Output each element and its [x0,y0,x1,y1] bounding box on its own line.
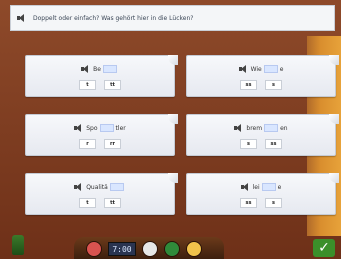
speaker-icon[interactable] [238,65,249,73]
option-button[interactable]: s [265,80,282,90]
word-prefix: lei [252,183,260,191]
home-icon[interactable] [86,241,102,257]
option-row: ss s [187,80,335,90]
speaker-icon[interactable] [74,124,84,132]
option-button[interactable]: t [79,80,96,90]
word-line: Be [26,64,174,74]
option-button[interactable]: rr [104,139,121,149]
bottom-toolbar: 7:00 ✓ [0,233,341,259]
exercise-panel-4: brem en s ss [186,114,339,156]
word-suffix: en [280,124,288,132]
check-icon[interactable]: ✓ [313,239,335,257]
option-button[interactable]: tt [104,80,121,90]
speaker-icon[interactable] [240,183,251,191]
word-prefix: Be [93,65,101,73]
word-line: Qualitä [26,182,174,192]
word-line: lei e [187,182,335,192]
word-prefix: brem [246,124,263,132]
word-suffix: tler [115,124,126,132]
option-button[interactable]: t [79,198,96,208]
option-row: t tt [26,80,174,90]
word-prefix: Qualitä [86,183,108,191]
word-suffix: e [279,65,284,73]
word-prefix: Wie [250,65,262,73]
word-gap [263,65,278,73]
exercise-panel-5: Qualitä t tt [25,173,178,215]
gauge-icon[interactable] [142,241,158,257]
word-line: Spo tler [26,123,174,133]
bottle-icon[interactable] [12,235,24,255]
exercise-panel-6: lei e ss s [186,173,339,215]
option-button[interactable]: ss [240,80,257,90]
option-button[interactable]: tt [104,198,121,208]
word-gap [99,124,114,132]
word-gap [109,183,124,191]
option-row: r rr [26,139,174,149]
exercise-panel-3: Spo tler r rr [25,114,178,156]
speaker-icon[interactable] [234,124,244,132]
option-button[interactable]: ss [265,139,282,149]
word-gap [261,183,276,191]
option-button[interactable]: ss [240,198,257,208]
word-prefix: Spo [86,124,98,132]
word-gap [102,65,117,73]
option-row: s ss [187,139,335,149]
word-suffix: e [277,183,282,191]
option-button[interactable]: s [265,198,282,208]
option-button[interactable]: s [240,139,257,149]
instruction-bar: Doppelt oder einfach? Was gehört hier in… [10,5,335,31]
book-icon[interactable] [186,241,202,257]
word-gap [264,124,279,132]
clock-display: 7:00 [108,242,136,256]
exercise-panel-1: Be t tt [25,55,178,97]
speaker-icon[interactable] [74,183,84,191]
exercise-panel-2: Wie e ss s [186,55,339,97]
word-line: brem en [187,123,335,133]
instruction-text: Doppelt oder einfach? Was gehört hier in… [33,14,194,22]
option-button[interactable]: r [79,139,96,149]
speaker-icon[interactable] [81,65,91,73]
option-row: ss s [187,198,335,208]
speaker-icon[interactable] [17,14,27,22]
word-line: Wie e [187,64,335,74]
option-row: t tt [26,198,174,208]
game-icon[interactable] [164,241,180,257]
